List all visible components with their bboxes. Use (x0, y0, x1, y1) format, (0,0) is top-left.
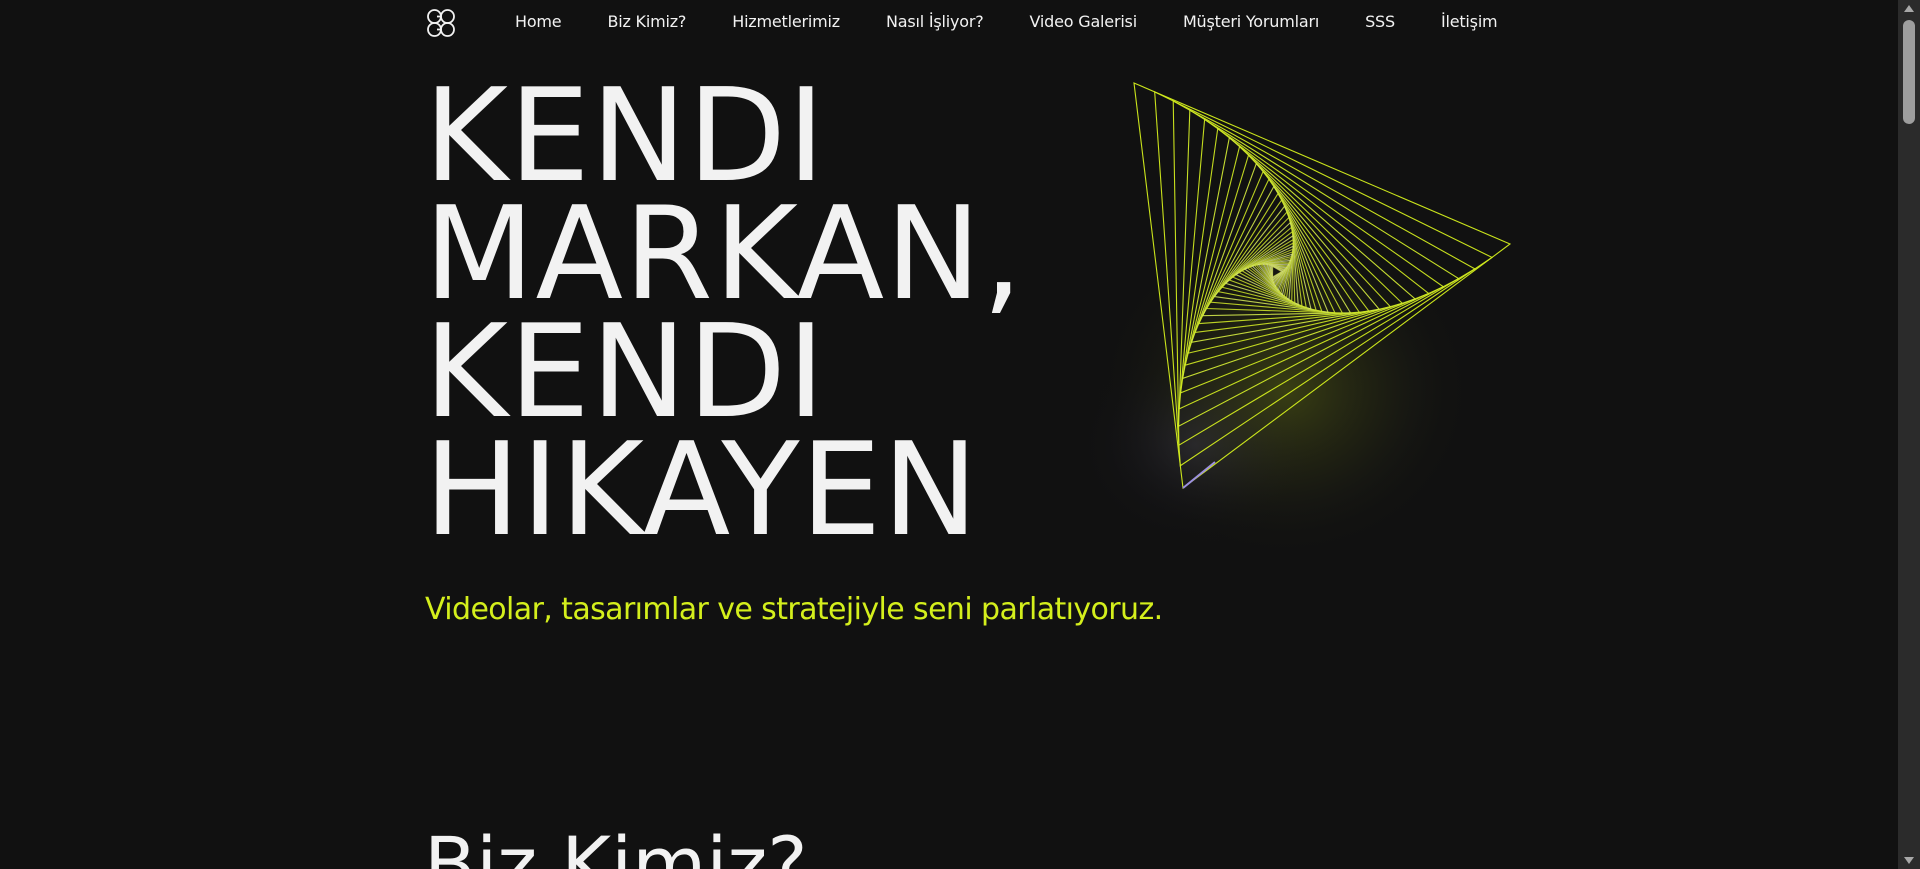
nav-link-sss[interactable]: SSS (1365, 12, 1395, 31)
nav-link-home[interactable]: Home (515, 12, 562, 31)
gogo-logo-icon[interactable] (426, 8, 456, 38)
hero-title-line: MARKAN, (424, 180, 1024, 329)
top-navigation: Home Biz Kimiz? Hizmetlerimiz Nasıl İşli… (0, 0, 1898, 42)
scroll-down-icon[interactable] (1904, 857, 1914, 864)
nav-link-musteri-yorumlari[interactable]: Müşteri Yorumları (1183, 12, 1319, 31)
hero-title-line: KENDI (424, 298, 826, 447)
nav-link-iletisim[interactable]: İletişim (1441, 12, 1498, 31)
page: Home Biz Kimiz? Hizmetlerimiz Nasıl İşli… (0, 0, 1920, 869)
nav-link-nasil-isliyor[interactable]: Nasıl İşliyor? (886, 12, 984, 31)
nav-link-video-galerisi[interactable]: Video Galerisi (1030, 12, 1138, 31)
spiral-play-triangle-icon (1075, 82, 1512, 560)
scroll-thumb[interactable] (1903, 20, 1915, 124)
glow-violet (1075, 345, 1315, 545)
hero-title-line: HIKAYEN (424, 416, 980, 565)
section-title-biz-kimiz: Biz Kimiz? (424, 820, 808, 869)
page-scrollbar[interactable] (1898, 0, 1920, 869)
scroll-up-icon[interactable] (1904, 5, 1914, 12)
hero-subtitle: Videolar, tasarımlar ve stratejiyle seni… (425, 592, 1163, 627)
nav-link-biz-kimiz[interactable]: Biz Kimiz? (607, 12, 686, 31)
hero-title: KENDI MARKAN, KENDI HIKAYEN (424, 62, 1024, 565)
nav-links: Home Biz Kimiz? Hizmetlerimiz Nasıl İşli… (515, 0, 1543, 42)
nav-link-hizmetlerimiz[interactable]: Hizmetlerimiz (732, 12, 840, 31)
hero-title-line: KENDI (424, 62, 826, 211)
